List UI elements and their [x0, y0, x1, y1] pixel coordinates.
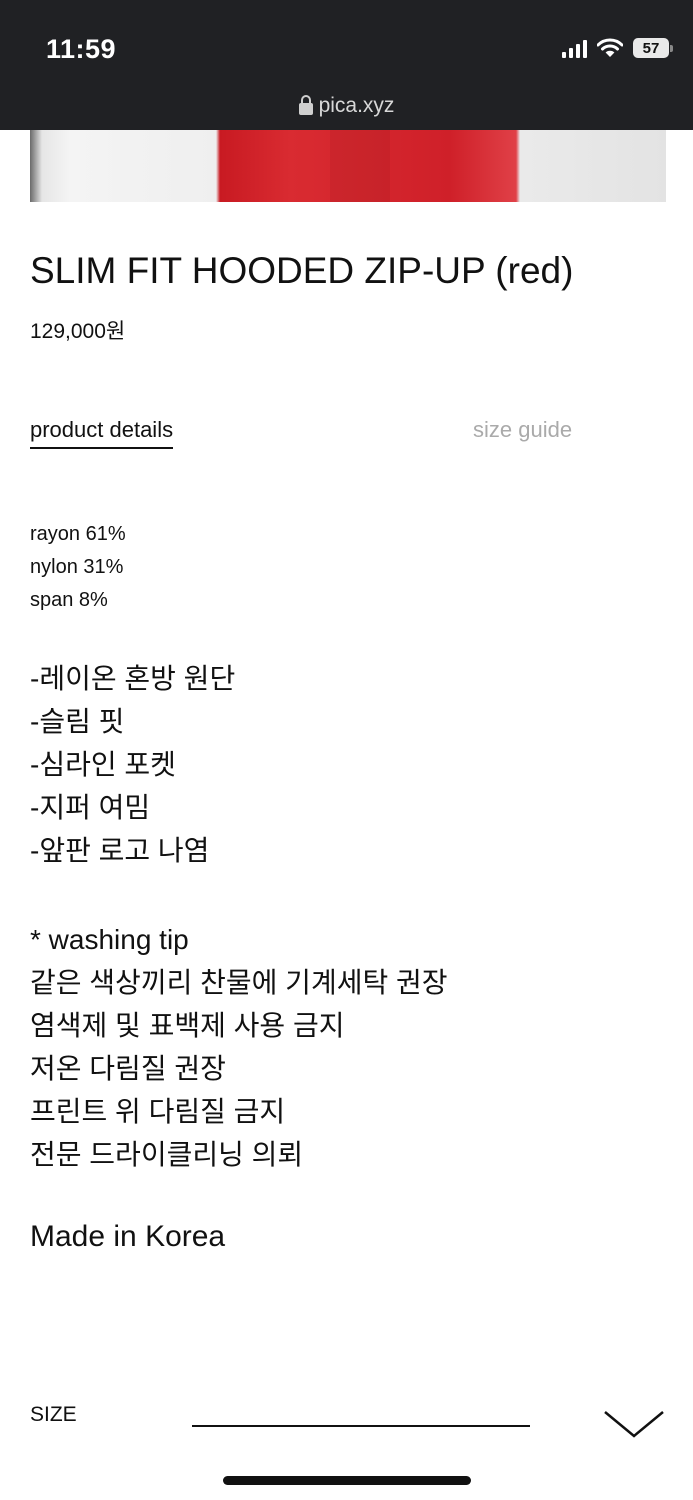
- composition-list: rayon 61% nylon 31% span 8%: [30, 518, 126, 617]
- washing-line: 프린트 위 다림질 금지: [30, 1096, 286, 1127]
- url-bar[interactable]: pica.xyz: [0, 94, 693, 118]
- system-icons: 57: [562, 38, 673, 58]
- composition-item: nylon 31%: [30, 556, 124, 578]
- washing-line: 전문 드라이클리닝 의뢰: [30, 1139, 304, 1170]
- washing-line: 저온 다림질 권장: [30, 1053, 226, 1084]
- wifi-icon: [597, 38, 623, 57]
- url-text: pica.xyz: [318, 94, 395, 117]
- product-title: SLIM FIT HOODED ZIP-UP (red): [30, 250, 574, 291]
- tab-size-guide[interactable]: size guide: [473, 417, 572, 443]
- washing-line: 염색제 및 표백제 사용 금지: [30, 1010, 345, 1041]
- size-select-underline: [192, 1425, 530, 1427]
- home-indicator[interactable]: [223, 1476, 471, 1485]
- size-select[interactable]: [190, 1396, 665, 1446]
- washing-line: 같은 색상끼리 찬물에 기계세탁 권장: [30, 967, 448, 998]
- composition-item: rayon 61%: [30, 523, 126, 545]
- chevron-down-icon[interactable]: [603, 1410, 665, 1438]
- feature-item: -앞판 로고 나염: [30, 835, 210, 866]
- washing-tips: * washing tip 같은 색상끼리 찬물에 기계세탁 권장 염색제 및 …: [30, 918, 448, 1176]
- lock-icon: [298, 95, 313, 115]
- feature-item: -슬림 핏: [30, 706, 125, 737]
- feature-list: -레이온 혼방 원단 -슬림 핏 -심라인 포켓 -지퍼 여밈 -앞판 로고 나…: [30, 657, 235, 872]
- product-price: 129,000원: [30, 320, 126, 343]
- composition-item: span 8%: [30, 589, 108, 611]
- feature-item: -레이온 혼방 원단: [30, 663, 236, 694]
- feature-item: -심라인 포켓: [30, 749, 176, 780]
- size-label: SIZE: [30, 1403, 77, 1426]
- battery-indicator: 57: [633, 38, 673, 58]
- signal-icon: [562, 38, 587, 58]
- origin-label: Made in Korea: [30, 1220, 226, 1253]
- washing-heading: * washing tip: [30, 924, 189, 955]
- clock: 11:59: [46, 34, 117, 64]
- tab-product-details[interactable]: product details: [30, 417, 174, 449]
- status-bar: 11:59 57 pica.xyz: [0, 0, 693, 130]
- feature-item: -지퍼 여밈: [30, 792, 151, 823]
- product-image: [30, 130, 666, 202]
